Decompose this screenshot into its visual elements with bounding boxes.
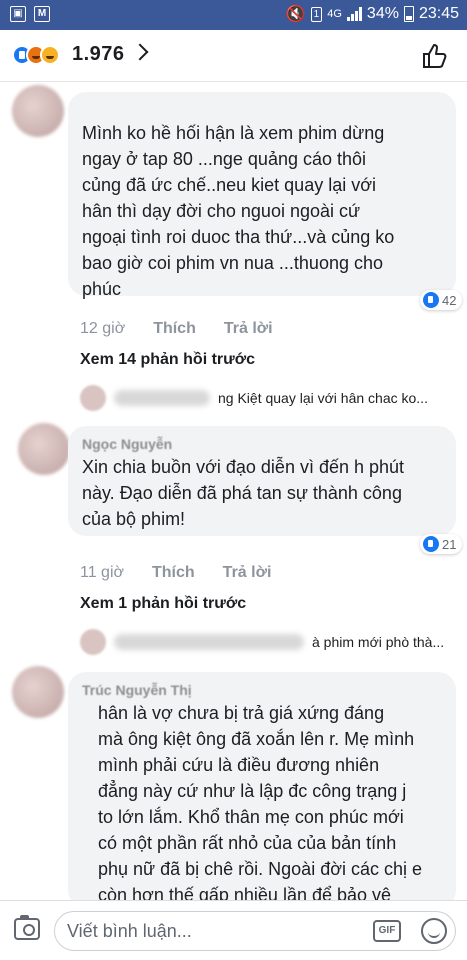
view-previous-replies[interactable]: Xem 1 phản hồi trước (80, 595, 246, 613)
like-icon (423, 536, 439, 552)
camera-icon[interactable] (14, 915, 40, 940)
avatar[interactable] (18, 423, 70, 475)
reactions-header: 1.976 (0, 30, 467, 82)
chevron-right-icon[interactable] (131, 43, 149, 61)
comment-composer: Viết bình luận... GIF (0, 900, 467, 960)
status-bar: ▣ M 🔇 1 4G 34% 23:45 (0, 0, 467, 30)
avatar[interactable] (12, 85, 64, 137)
comment-author[interactable] (82, 100, 442, 120)
like-icon (423, 292, 439, 308)
sim-icon: 1 (310, 6, 323, 22)
comment-text: Xin chia buồn với đạo diễn vì đến h phút… (82, 457, 405, 529)
battery-percent: 34% (366, 5, 399, 22)
reply-button[interactable]: Trả lời (223, 564, 272, 582)
reply-button[interactable]: Trả lời (224, 320, 273, 338)
comment-like-count[interactable]: 21 (420, 534, 463, 554)
like-button[interactable]: Thích (152, 564, 195, 582)
avatar[interactable] (12, 666, 64, 718)
comment-actions: 12 giờ Thích Trả lời (80, 320, 273, 338)
gif-button[interactable]: GIF (373, 920, 401, 942)
comment-bubble: Ngọc Nguyễn Xin chia buồn với đạo diễn v… (68, 426, 456, 536)
comment-input-placeholder: Viết bình luận... (67, 921, 192, 941)
comment-text: Mình ko hề hối hận là xem phim dừng ngay… (82, 123, 395, 299)
signal-icon (346, 7, 362, 21)
comment-input[interactable]: Viết bình luận... GIF (54, 911, 456, 951)
image-icon: ▣ (10, 6, 26, 22)
view-previous-replies[interactable]: Xem 14 phản hồi trước (80, 351, 255, 369)
battery-icon (403, 6, 414, 22)
comment-time: 11 giờ (80, 564, 124, 581)
comment-bubble: Mình ko hề hối hận là xem phim dừng ngay… (68, 92, 456, 299)
reply-author (114, 634, 304, 650)
comment-bubble: Trúc Nguyễn Thị hân là vợ chưa bị trả gi… (68, 672, 456, 908)
reply-preview[interactable]: ng Kiệt quay lại với hân chac ko... (80, 385, 428, 411)
comment-time: 12 giờ (80, 320, 126, 337)
clock: 23:45 (418, 5, 459, 22)
mail-icon: M (34, 6, 50, 22)
emoji-icon[interactable] (421, 918, 447, 944)
thumbs-up-icon[interactable] (421, 42, 449, 70)
reply-avatar (80, 629, 106, 655)
like-button[interactable]: Thích (153, 320, 196, 338)
reaction-count[interactable]: 1.976 (72, 43, 125, 66)
haha-reaction-icon (40, 45, 60, 65)
reply-preview[interactable]: à phim mới phò thà... (80, 629, 444, 655)
no-sound-icon: 🔇 (285, 6, 306, 23)
comment-author[interactable]: Ngọc Nguyễn (82, 434, 442, 454)
reply-avatar (80, 385, 106, 411)
reply-text: ng Kiệt quay lại với hân chac ko... (218, 390, 428, 406)
reply-author (114, 390, 210, 406)
reactions-summary[interactable] (12, 45, 60, 65)
comment-text: hân là vợ chưa bị trả giá xứng đáng mà ô… (98, 703, 423, 905)
reply-text: à phim mới phò thà... (312, 634, 445, 650)
comment-like-count[interactable]: 42 (420, 290, 463, 310)
comment-author[interactable]: Trúc Nguyễn Thị (82, 680, 442, 700)
network-label: 4G (327, 8, 342, 20)
comment-actions: 11 giờ Thích Trả lời (80, 564, 271, 582)
